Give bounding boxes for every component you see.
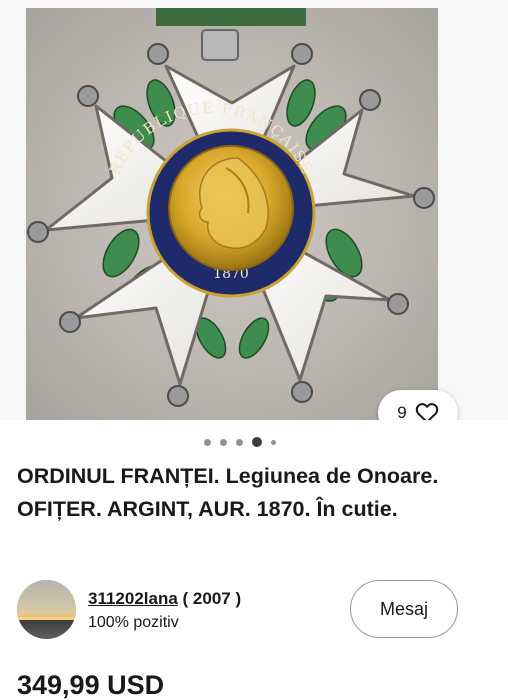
heart-outline-icon: [415, 403, 438, 420]
listing-photo[interactable]: REPUBLIQUE FRANÇAISE 1870: [26, 8, 438, 420]
seller-username-link[interactable]: 311202lana: [88, 589, 178, 608]
carousel-dot[interactable]: [220, 438, 227, 446]
item-price: 349,99 USD: [17, 670, 165, 700]
like-count: 9: [397, 403, 407, 420]
sunset-avatar-image: [17, 580, 76, 639]
like-button[interactable]: 9: [378, 390, 458, 420]
seller-avatar[interactable]: [17, 580, 76, 639]
seller-name-row: 311202lana ( 2007 ): [88, 589, 241, 609]
message-seller-button[interactable]: Mesaj: [350, 580, 458, 638]
seller-info: 311202lana ( 2007 ) 100% pozitiv Mesaj: [17, 580, 477, 640]
carousel-dot-active[interactable]: [252, 437, 262, 447]
carousel-indicator: [0, 437, 480, 447]
listing-image-area[interactable]: REPUBLIQUE FRANÇAISE 1870 9: [0, 0, 508, 420]
listing-title: ORDINUL FRANȚEI. Legiunea de Onoare. OFI…: [17, 464, 439, 521]
seller-positive-feedback: 100% pozitiv: [88, 614, 179, 631]
seller-feedback-score: ( 2007 ): [182, 589, 242, 608]
carousel-dot[interactable]: [271, 439, 276, 445]
medal-illustration: REPUBLIQUE FRANÇAISE 1870: [27, 8, 435, 407]
carousel-dot[interactable]: [236, 438, 243, 446]
carousel-dot[interactable]: [204, 438, 211, 446]
